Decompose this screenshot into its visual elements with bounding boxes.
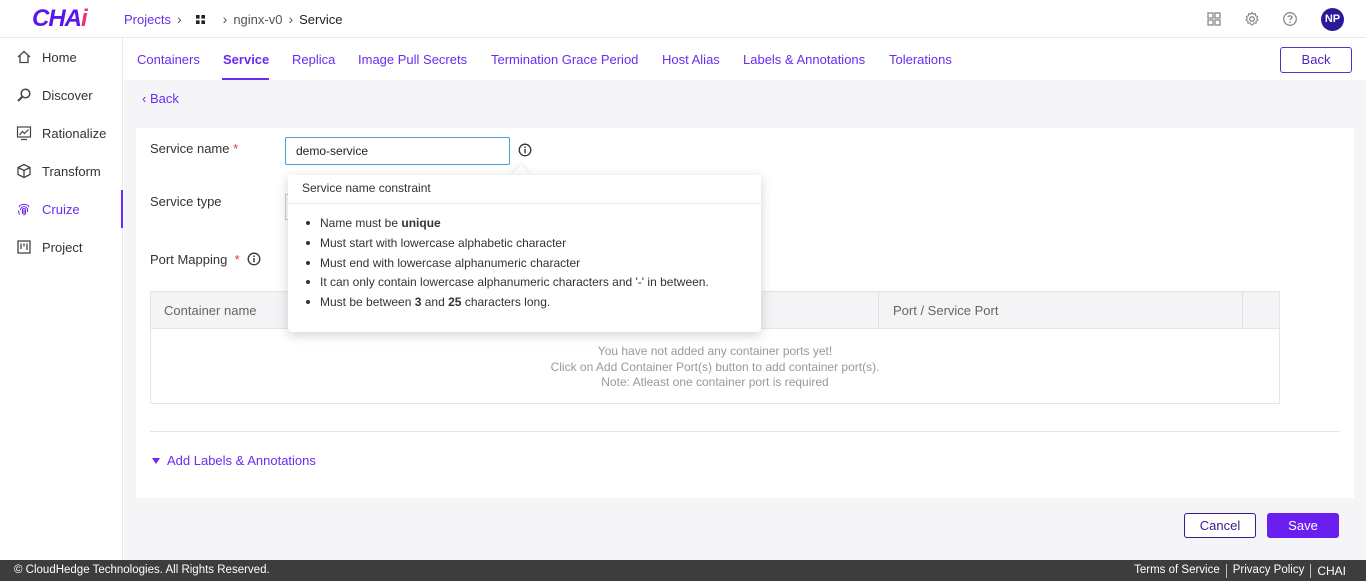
apps-grid-icon[interactable] xyxy=(1206,11,1222,27)
port-mapping-label: Port Mapping * xyxy=(150,252,240,267)
list-item: Name must be unique xyxy=(302,216,709,236)
footer: © CloudHedge Technologies. All Rights Re… xyxy=(0,560,1366,581)
sidebar-item-label: Discover xyxy=(42,87,93,103)
breadcrumb-projects[interactable]: Projects xyxy=(124,12,171,27)
caret-down-icon xyxy=(152,457,160,464)
sidebar-item-discover[interactable]: Discover xyxy=(0,76,123,114)
back-link[interactable]: ‹ Back xyxy=(142,91,179,106)
tab-image-pull-secrets[interactable]: Image Pull Secrets xyxy=(358,52,467,67)
tab-service[interactable]: Service xyxy=(223,52,269,67)
empty-state-line: Click on Add Container Port(s) button to… xyxy=(550,359,880,374)
tab-containers[interactable]: Containers xyxy=(137,52,200,67)
empty-state-message: You have not added any container ports y… xyxy=(151,344,1279,391)
section-divider xyxy=(150,431,1340,432)
back-button[interactable]: Back xyxy=(1280,47,1352,73)
home-icon xyxy=(17,50,31,64)
sidebar-item-label: Cruize xyxy=(42,201,80,217)
cancel-button[interactable]: Cancel xyxy=(1184,513,1256,538)
service-name-label-text: Service name xyxy=(150,141,230,156)
tooltip-divider xyxy=(288,203,761,204)
list-item: Must be between 3 and 25 characters long… xyxy=(302,295,709,315)
rule-text: Name must be xyxy=(320,216,402,230)
service-name-input[interactable] xyxy=(285,137,510,165)
rule-text: characters long. xyxy=(461,295,551,310)
privacy-link[interactable]: Privacy Policy xyxy=(1225,564,1311,578)
help-icon[interactable] xyxy=(1282,11,1298,27)
tab-bar: Containers Service Replica Image Pull Se… xyxy=(124,39,1366,80)
service-type-label: Service type xyxy=(150,194,222,209)
required-mark: * xyxy=(233,141,239,156)
terms-link[interactable]: Terms of Service xyxy=(1128,564,1226,578)
info-icon[interactable] xyxy=(518,143,532,157)
list-item: Must start with lowercase alphabetic cha… xyxy=(302,236,709,256)
empty-state-line: You have not added any container ports y… xyxy=(597,344,833,358)
sidebar-item-label: Home xyxy=(42,49,77,65)
service-name-label: Service name * xyxy=(150,141,238,156)
column-header: Container name xyxy=(164,303,257,318)
chart-icon xyxy=(16,126,32,141)
tab-labels-annotations[interactable]: Labels & Annotations xyxy=(743,52,865,67)
logo-text: CHA xyxy=(32,5,82,32)
user-avatar[interactable]: NP xyxy=(1321,8,1344,31)
cube-icon xyxy=(17,163,31,179)
sidebar-item-label: Project xyxy=(42,239,83,255)
rule-emphasis: unique xyxy=(401,216,441,230)
copyright-text: © CloudHedge Technologies. All Rights Re… xyxy=(14,564,270,576)
info-icon[interactable] xyxy=(247,252,261,266)
chai-logo[interactable]: CHAi xyxy=(32,5,88,33)
breadcrumb-project[interactable]: nginx-v0 xyxy=(233,12,282,27)
add-labels-text: Add Labels & Annotations xyxy=(167,453,316,468)
list-item: Must end with lowercase alphanumeric cha… xyxy=(302,256,709,276)
sidebar-item-home[interactable]: Home xyxy=(0,38,123,76)
empty-state-line: Note: Atleast one container port is requ… xyxy=(601,375,829,389)
chevron-left-icon: ‹ xyxy=(142,91,150,106)
sidebar-item-label: Transform xyxy=(42,163,101,179)
rule-emphasis: 25 xyxy=(448,295,462,310)
gear-icon[interactable] xyxy=(1244,11,1260,27)
logo-accent: i xyxy=(81,5,88,32)
tab-termination-grace-period[interactable]: Termination Grace Period xyxy=(491,52,638,67)
sidebar-item-transform[interactable]: Transform xyxy=(0,152,123,190)
tooltip-title: Service name constraint xyxy=(302,181,431,195)
tab-replica[interactable]: Replica xyxy=(292,52,335,67)
breadcrumb-separator: › xyxy=(288,11,294,27)
add-labels-annotations-toggle[interactable]: Add Labels & Annotations xyxy=(152,453,316,468)
service-name-constraint-tooltip: Service name constraint Name must be uni… xyxy=(288,175,761,332)
breadcrumb-current: Service xyxy=(299,11,343,27)
sidebar-item-rationalize[interactable]: Rationalize xyxy=(0,114,123,152)
footer-links: Terms of Service Privacy Policy CHAI xyxy=(1128,564,1352,578)
port-mapping-label-text: Port Mapping xyxy=(150,252,228,267)
required-mark: * xyxy=(234,252,240,267)
sidebar-item-project[interactable]: Project xyxy=(0,228,123,266)
column-divider xyxy=(1242,292,1243,329)
list-item: It can only contain lowercase alphanumer… xyxy=(302,275,709,295)
sidebar-item-cruize[interactable]: Cruize xyxy=(0,190,123,228)
tab-tolerations[interactable]: Tolerations xyxy=(889,52,952,67)
sidebar: Home Discover Rationalize Transform Crui… xyxy=(0,38,123,560)
footer-brand: CHAI xyxy=(1310,564,1352,578)
breadcrumb-separator: › xyxy=(222,11,228,27)
top-header: CHAi Projects › › nginx-v0 › Service NP xyxy=(0,0,1366,38)
fingerprint-icon xyxy=(17,203,30,216)
save-button[interactable]: Save xyxy=(1267,513,1339,538)
breadcrumb-separator: › xyxy=(176,11,182,27)
grid-icon[interactable] xyxy=(195,14,205,24)
active-tab-indicator xyxy=(222,78,269,80)
breadcrumb: Projects › › nginx-v0 › Service xyxy=(124,11,342,27)
rule-text: and xyxy=(421,295,449,310)
search-icon xyxy=(17,88,31,102)
rule-text: Must be between xyxy=(320,295,415,310)
column-header: Port / Service Port xyxy=(893,303,999,318)
board-icon xyxy=(17,240,31,254)
constraint-list: Name must be unique Must start with lowe… xyxy=(302,216,709,315)
tab-host-alias[interactable]: Host Alias xyxy=(662,52,720,67)
back-link-label: Back xyxy=(149,91,179,106)
sidebar-item-label: Rationalize xyxy=(42,125,107,141)
column-divider xyxy=(878,292,879,329)
